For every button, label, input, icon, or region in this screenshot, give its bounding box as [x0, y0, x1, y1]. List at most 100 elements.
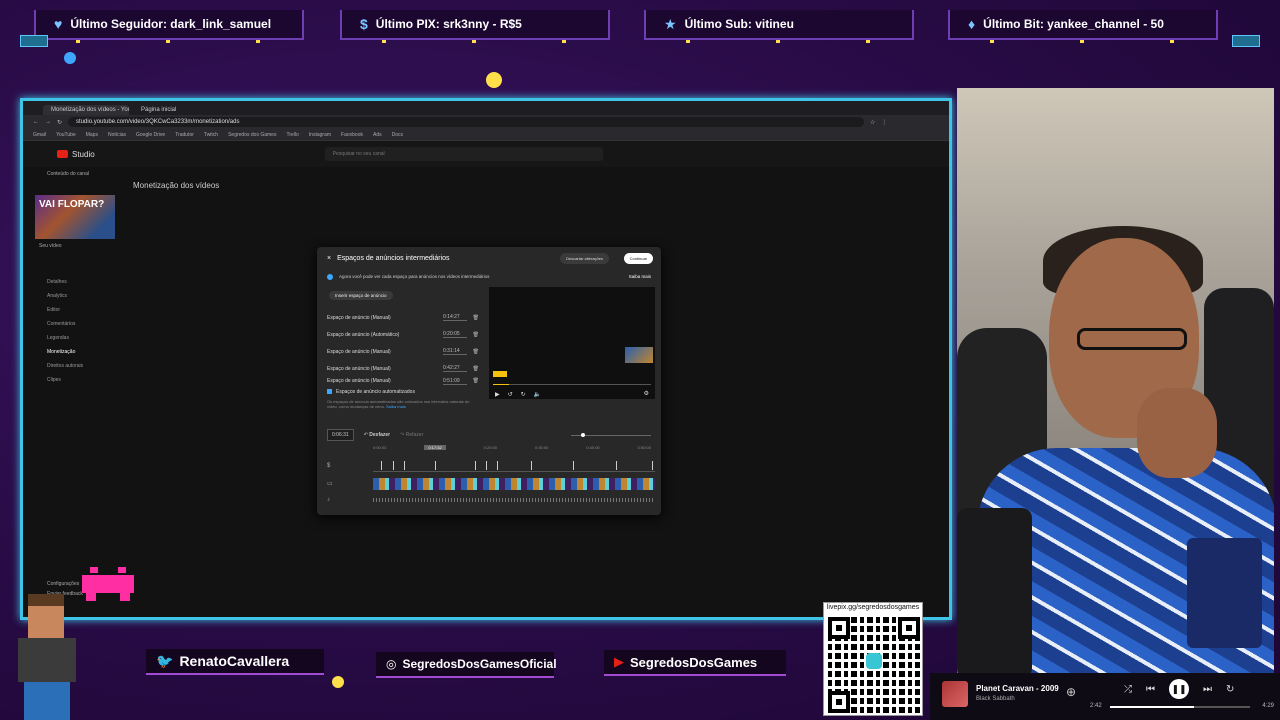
- forward-icon[interactable]: →: [45, 119, 51, 125]
- ad-break-time-input[interactable]: 0:42:27: [443, 365, 467, 372]
- ad-breaks-track[interactable]: [373, 461, 655, 472]
- ad-break-marker[interactable]: [381, 461, 383, 470]
- ad-break-marker[interactable]: [615, 461, 617, 470]
- browser-tab[interactable]: Monetização dos vídeos - YouTube: [43, 105, 129, 115]
- bookmark[interactable]: Instagram: [309, 132, 331, 138]
- back-icon[interactable]: ←: [33, 119, 39, 125]
- play-icon[interactable]: ▶: [495, 391, 500, 398]
- forward-icon[interactable]: ↻: [521, 391, 526, 398]
- video-preview[interactable]: ▶ ↺ ↻ 🔈 ⚙: [489, 287, 655, 399]
- sidebar-item-editor[interactable]: Editor: [33, 303, 123, 317]
- space-invader-icon: [82, 567, 134, 601]
- ad-break-marker[interactable]: [497, 461, 499, 470]
- video-thumbnail[interactable]: VAI FLOPAR?: [35, 195, 115, 239]
- player-progress[interactable]: [1110, 706, 1250, 708]
- trash-icon[interactable]: 🗑: [467, 366, 479, 372]
- bookmark[interactable]: Trello: [286, 132, 298, 138]
- menu-icon[interactable]: ⋮: [881, 119, 887, 126]
- bookmark[interactable]: Ads: [373, 132, 382, 138]
- previous-icon[interactable]: ⏮: [1146, 684, 1155, 695]
- webcam-glasses: [1077, 328, 1187, 350]
- trash-icon[interactable]: 🗑: [467, 315, 479, 321]
- insert-ad-break-button[interactable]: Inserir espaço de anúncio: [329, 291, 393, 300]
- trash-icon[interactable]: 🗑: [467, 378, 479, 384]
- sidebar-item-monetization[interactable]: Monetização: [33, 345, 123, 359]
- webcam-microphone: [957, 508, 1032, 673]
- bookmark[interactable]: Twitch: [204, 132, 218, 138]
- redo-button[interactable]: ↷ Refazer: [400, 432, 423, 438]
- timecode-display[interactable]: 0:06:31: [327, 429, 354, 441]
- discard-button[interactable]: Descartar alterações: [560, 253, 609, 264]
- ruler-tick: 0:40:00: [586, 445, 600, 450]
- ad-break-marker[interactable]: [474, 461, 476, 470]
- alert-sub-text: Último Sub: vitineu: [684, 17, 794, 31]
- repeat-icon[interactable]: ↻: [1226, 684, 1234, 695]
- ad-break-marker[interactable]: [435, 461, 437, 470]
- zoom-slider[interactable]: [571, 432, 651, 437]
- ad-break-time-input[interactable]: 0:31:14: [443, 348, 467, 355]
- studio-search-input[interactable]: Pesquisar no seu canal: [324, 147, 603, 161]
- sidebar-item-comments[interactable]: Comentários: [33, 317, 123, 331]
- ad-break-marker[interactable]: [485, 461, 487, 470]
- video-filmstrip[interactable]: [373, 478, 655, 490]
- ad-break-time-input[interactable]: 0:51:09: [443, 378, 467, 385]
- checkbox-checked-icon[interactable]: [327, 389, 332, 394]
- dollar-icon: $: [360, 16, 368, 32]
- diamond-icon: ♦: [968, 16, 976, 32]
- alert-bits: ♦ Último Bit: yankee_channel - 50: [948, 10, 1218, 43]
- sidebar-item-analytics[interactable]: Analytics: [33, 289, 123, 303]
- bookmark[interactable]: Maps: [86, 132, 98, 138]
- zoom-handle[interactable]: [581, 432, 585, 437]
- star-icon[interactable]: ☆: [870, 119, 875, 126]
- bookmark[interactable]: Notícias: [108, 132, 126, 138]
- auto-ad-breaks-checkbox-row[interactable]: Espaços de anúncio automatizados: [327, 389, 477, 395]
- close-icon[interactable]: ×: [327, 255, 331, 262]
- preview-progress[interactable]: [493, 384, 651, 385]
- gear-icon[interactable]: ⚙: [644, 390, 649, 397]
- learn-more-link[interactable]: Saiba mais: [629, 274, 651, 280]
- sidebar-item-settings[interactable]: Configurações: [47, 581, 79, 587]
- ad-break-time-input[interactable]: 0:20:05: [443, 331, 467, 338]
- bookmark[interactable]: YouTube: [56, 132, 76, 138]
- browser-tab-strip: Monetização dos vídeos - YouTube Página …: [23, 101, 949, 115]
- pixel-body: [18, 638, 76, 682]
- pause-button[interactable]: ❚❚: [1169, 679, 1189, 699]
- studio-logo[interactable]: Studio: [57, 150, 95, 159]
- instagram-handle-text: SegredosDosGamesOficial: [402, 657, 557, 671]
- next-icon[interactable]: ⏭: [1203, 684, 1212, 695]
- heart-icon: ♥: [54, 16, 63, 32]
- sidebar-item-clips[interactable]: Clipes: [33, 373, 123, 387]
- ad-break-marker[interactable]: [530, 461, 532, 470]
- bookmark[interactable]: Facebook: [341, 132, 363, 138]
- ad-break-marker[interactable]: [573, 461, 575, 470]
- bookmark[interactable]: Docs: [392, 132, 403, 138]
- livepix-qr: livepix.gg/segredosdosgames: [823, 602, 923, 716]
- undo-label: Desfazer: [369, 432, 391, 438]
- bookmark[interactable]: Google Drive: [136, 132, 165, 138]
- bookmark[interactable]: Gmail: [33, 132, 46, 138]
- trash-icon[interactable]: 🗑: [467, 349, 479, 355]
- trash-icon[interactable]: 🗑: [467, 332, 479, 338]
- sidebar-item-subtitles[interactable]: Legendas: [33, 331, 123, 345]
- rewind-icon[interactable]: ↺: [508, 391, 513, 398]
- ad-break-marker[interactable]: [392, 461, 394, 470]
- studio-header: Studio Pesquisar no seu canal: [23, 141, 949, 167]
- sidebar-item-details[interactable]: Detalhes: [33, 275, 123, 289]
- volume-icon[interactable]: 🔈: [534, 391, 541, 398]
- learn-more-link[interactable]: Saiba mais: [386, 404, 406, 409]
- add-icon[interactable]: ⊕: [1066, 685, 1076, 699]
- sidebar-item-copyright[interactable]: Direitos autorais: [33, 359, 123, 373]
- bookmark[interactable]: Tradutor: [175, 132, 194, 138]
- ad-break-label: Espaço de anúncio (Manual): [327, 348, 391, 355]
- bookmark[interactable]: Segredos dos Games: [228, 132, 276, 138]
- ad-break-marker[interactable]: [404, 461, 406, 470]
- channel-content-link[interactable]: Conteúdo do canal: [33, 171, 123, 177]
- browser-tab[interactable]: Página inicial: [133, 105, 219, 115]
- reload-icon[interactable]: ↻: [57, 119, 62, 126]
- undo-button[interactable]: ↶ Desfazer: [364, 432, 390, 438]
- ad-break-marker[interactable]: [652, 461, 654, 470]
- address-bar[interactable]: studio.youtube.com/video/3QKCwCa3233m/mo…: [68, 117, 865, 127]
- continue-button[interactable]: Continuar: [623, 253, 653, 264]
- shuffle-icon[interactable]: ⤮: [1124, 684, 1132, 695]
- ad-break-time-input[interactable]: 0:14:27: [443, 314, 467, 321]
